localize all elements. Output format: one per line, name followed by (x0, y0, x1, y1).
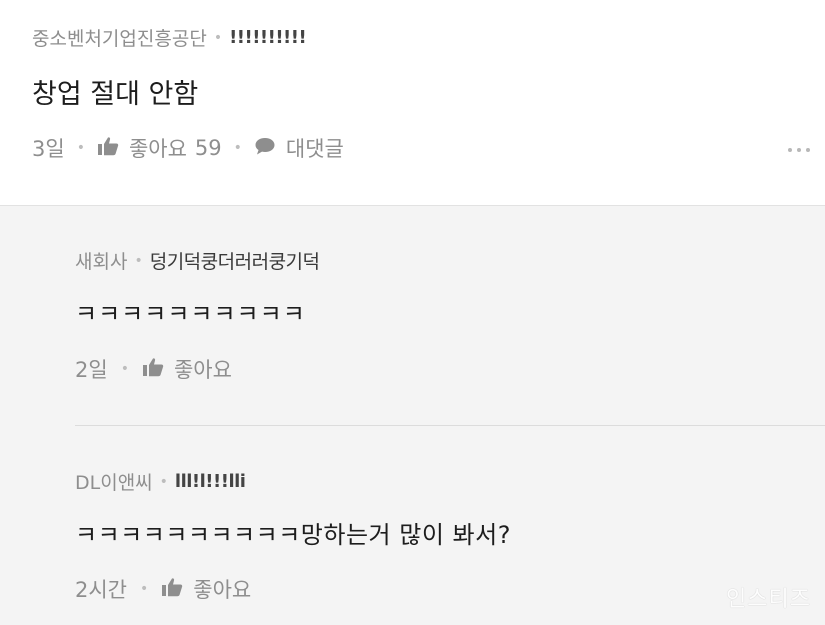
watermark: 인스티즈 (726, 587, 811, 612)
comment-author-line: 중소벤처기업진흥공단 • !!!!!!!!!! (32, 24, 307, 51)
separator-dot: • (140, 581, 149, 597)
author-nickname[interactable]: !!!!!!!!!! (229, 27, 307, 48)
reply-text: ㅋㅋㅋㅋㅋㅋㅋㅋㅋㅋ망하는거 많이 봐서? (75, 521, 511, 549)
like-button[interactable]: 좋아요 (174, 354, 232, 384)
main-comment: 중소벤처기업진흥공단 • !!!!!!!!!! 창업 절대 안함 3일 • 좋아… (0, 0, 825, 205)
reply-actions: 2시간 • 좋아요 (75, 574, 251, 604)
reply-author-line: DL이앤씨 • lll!l!!!lli (75, 468, 246, 495)
author-company: 중소벤처기업진흥공단 (32, 28, 207, 50)
like-button[interactable]: 좋아요 (193, 574, 251, 604)
separator-dot: • (134, 252, 143, 269)
reply-time: 2시간 (75, 578, 128, 602)
more-dots-icon[interactable] (788, 148, 810, 152)
reply-button[interactable]: 대댓글 (286, 133, 344, 163)
separator-dot: • (120, 361, 129, 377)
comment-text: 창업 절대 안함 (32, 79, 199, 110)
speech-bubble-icon[interactable] (254, 136, 276, 160)
like-button[interactable]: 좋아요 (129, 133, 187, 163)
comment-actions: 3일 • 좋아요 59 • 대댓글 (32, 133, 344, 163)
reply-time: 2일 (75, 358, 108, 382)
like-count: 59 (194, 136, 222, 160)
reply-text: ㅋㅋㅋㅋㅋㅋㅋㅋㅋㅋ (75, 300, 306, 328)
comment-time: 3일 (32, 137, 65, 161)
divider (75, 425, 825, 426)
thumbs-up-icon[interactable] (161, 577, 183, 601)
author-company: 새회사 (75, 251, 128, 273)
author-nickname[interactable]: lll!l!!!lli (175, 471, 246, 492)
thumbs-up-icon[interactable] (97, 136, 119, 160)
author-company: DL이앤씨 (75, 472, 153, 494)
separator-dot: • (213, 29, 223, 46)
reply-actions: 2일 • 좋아요 (75, 354, 232, 384)
reply-author-line: 새회사 • 덩기덕쿵더러러쿵기덕 (75, 247, 320, 274)
separator-dot: • (233, 140, 242, 156)
thumbs-up-icon[interactable] (142, 357, 164, 381)
separator-dot: • (159, 473, 168, 490)
separator-dot: • (76, 140, 85, 156)
author-nickname[interactable]: 덩기덕쿵더러러쿵기덕 (150, 247, 320, 274)
